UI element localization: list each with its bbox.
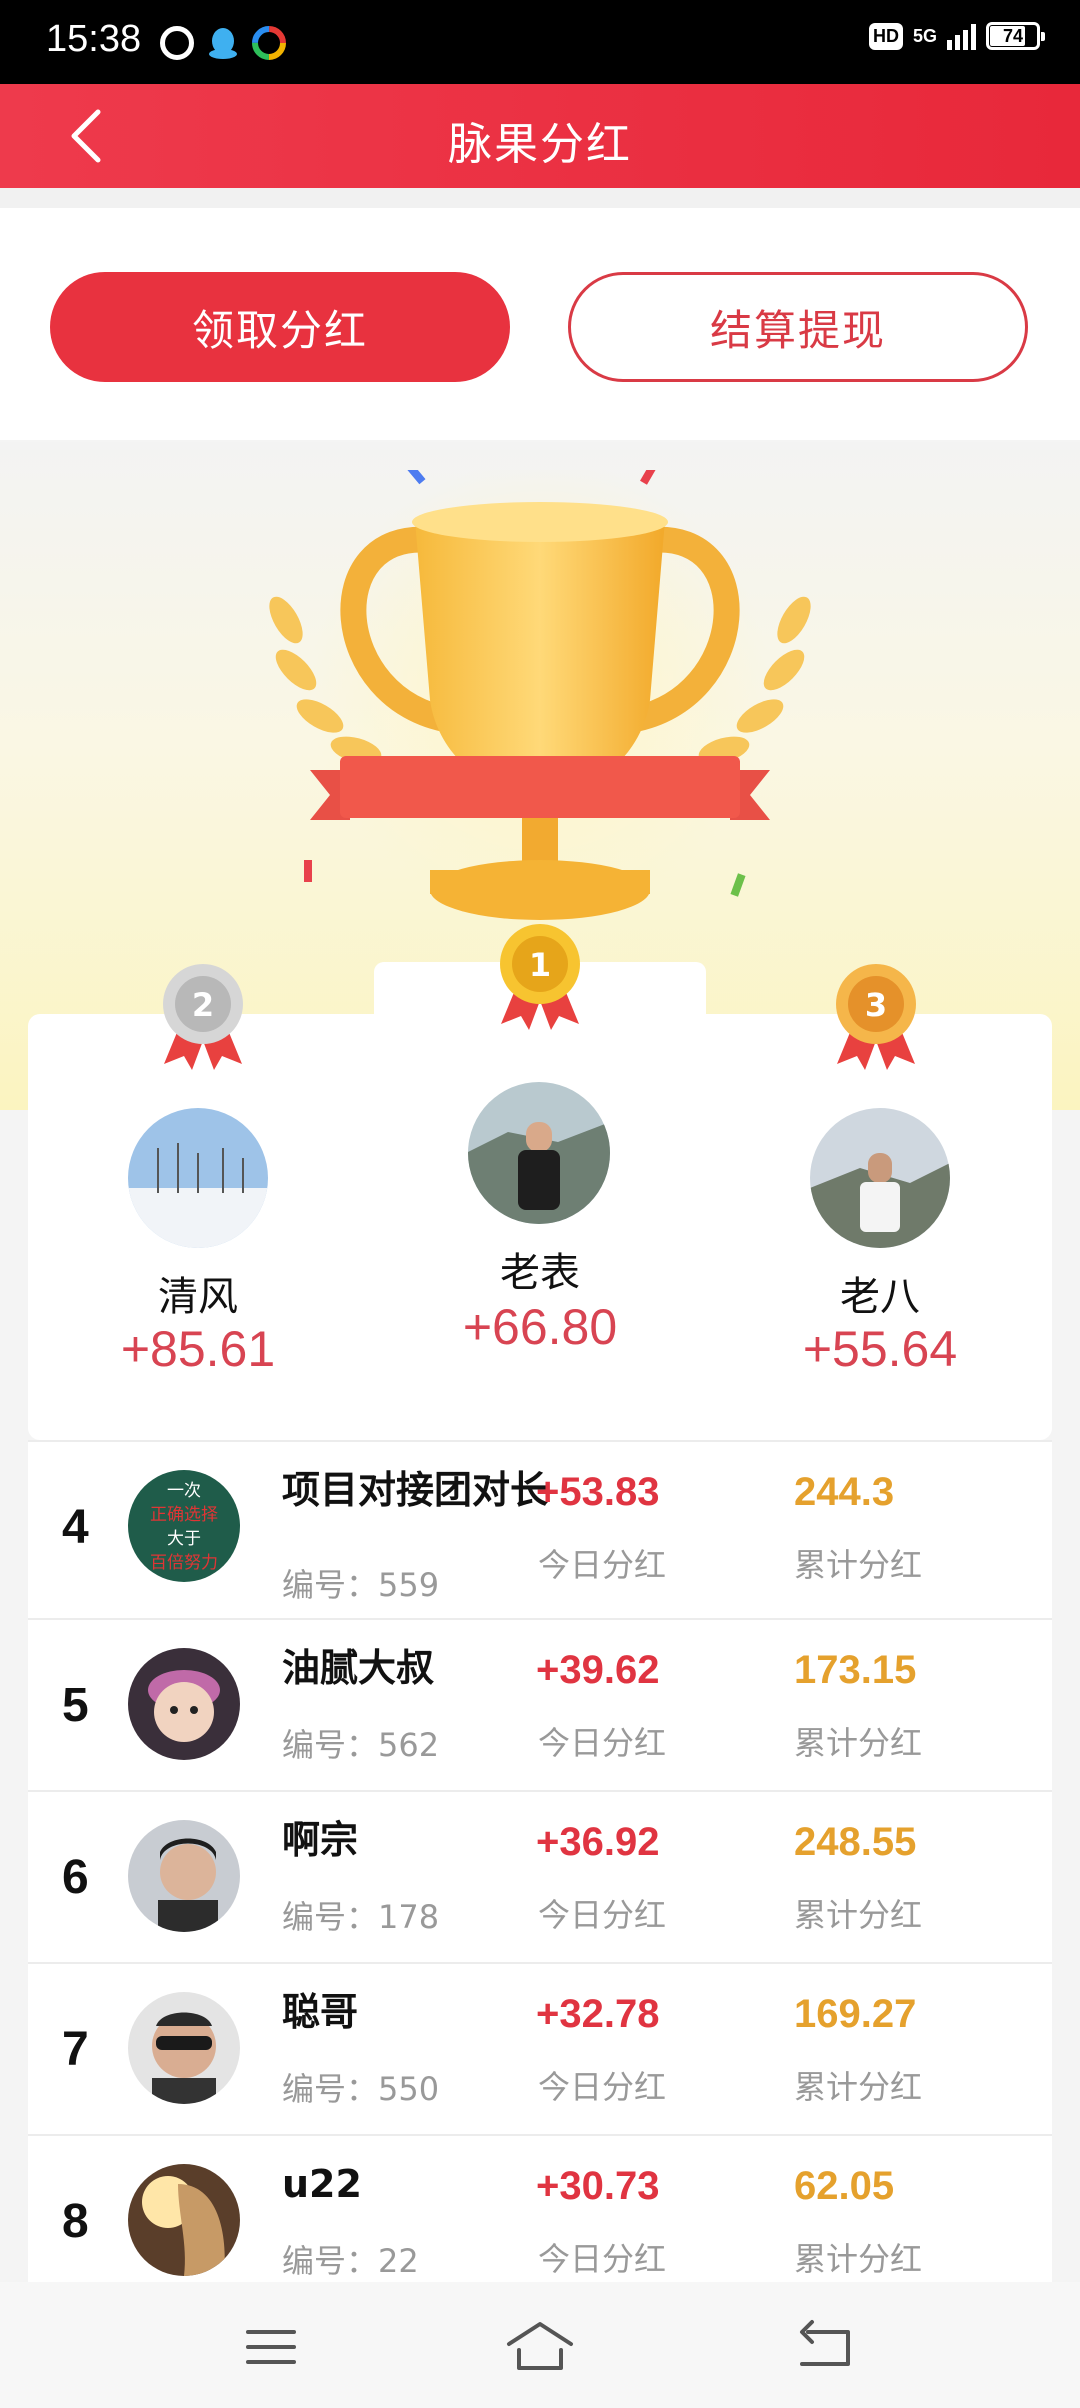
total-dividend-label: 累计分红 bbox=[794, 1724, 923, 1762]
total-dividend: 173.15 bbox=[794, 1648, 917, 1692]
claim-dividend-button[interactable]: 领取分红 bbox=[50, 272, 510, 382]
battery-level: 74 bbox=[1002, 26, 1024, 46]
today-dividend-label: 今日分红 bbox=[538, 2240, 667, 2278]
second-name: 清风 bbox=[158, 1274, 238, 1320]
member-name: 项目对接团对长 bbox=[282, 1468, 549, 1512]
third-amount: +55.64 bbox=[802, 1321, 958, 1377]
avatar-line-3: 大于 bbox=[167, 1529, 201, 1549]
gold-medal-number: 1 bbox=[529, 946, 551, 984]
member-name: 油腻大叔 bbox=[282, 1646, 435, 1690]
avatar[interactable] bbox=[128, 1648, 240, 1760]
first-amount: +66.80 bbox=[462, 1299, 618, 1355]
menu-button[interactable] bbox=[236, 2312, 306, 2382]
total-dividend-label: 累计分红 bbox=[794, 2068, 923, 2106]
silver-medal-number: 2 bbox=[192, 986, 214, 1024]
rank-number: 8 bbox=[62, 2195, 89, 2248]
settle-withdraw-button[interactable]: 结算提现 bbox=[568, 272, 1028, 382]
menu-icon bbox=[246, 2330, 296, 2364]
total-dividend: 169.27 bbox=[794, 1992, 917, 2036]
list-item[interactable]: 8 u22 编号：22 +30.73 今日分红 62.05 累计分红 bbox=[28, 2134, 1052, 2306]
silver-medal-icon: 2 bbox=[163, 964, 243, 1070]
today-dividend: +36.92 bbox=[536, 1820, 660, 1864]
status-right: HD 5G 74 bbox=[868, 22, 1045, 50]
avatar-line-1: 一次 bbox=[167, 1481, 201, 1501]
today-dividend-label: 今日分红 bbox=[538, 2068, 667, 2106]
today-dividend: +32.78 bbox=[536, 1992, 660, 2036]
member-id: 编号：178 bbox=[282, 1898, 440, 1936]
trophy-icon bbox=[269, 470, 811, 920]
page-title: 脉果分红 bbox=[448, 119, 632, 170]
home-icon bbox=[507, 2322, 573, 2370]
status-time: 15:38 bbox=[46, 18, 142, 60]
total-dividend: 248.55 bbox=[794, 1820, 917, 1864]
member-name: 啊宗 bbox=[282, 1818, 359, 1862]
divider bbox=[0, 188, 1080, 208]
today-dividend: +30.73 bbox=[536, 2164, 660, 2208]
ranking-list: 4 一次 正确选择 大于 百倍努力 项目对接团对长 编号：559 +53.83 … bbox=[28, 1440, 1052, 2306]
member-id: 编号：562 bbox=[282, 1726, 440, 1764]
avatar[interactable]: 一次 正确选择 大于 百倍努力 bbox=[128, 1470, 240, 1582]
app-header: 脉果分红 bbox=[0, 84, 1080, 188]
avatar-third[interactable] bbox=[810, 1108, 950, 1248]
rank-number: 5 bbox=[62, 1679, 89, 1732]
avatar-second[interactable] bbox=[128, 1108, 268, 1248]
avatar[interactable] bbox=[128, 1992, 240, 2104]
list-item[interactable]: 6 啊宗 编号：178 +36.92 今日分红 248.55 累计分红 bbox=[28, 1790, 1052, 1962]
today-dividend-label: 今日分红 bbox=[538, 1896, 667, 1934]
member-name: 聪哥 bbox=[282, 1990, 359, 2034]
member-id: 编号：550 bbox=[282, 2070, 440, 2108]
avatar-line-4: 百倍努力 bbox=[150, 1553, 218, 1573]
total-dividend-label: 累计分红 bbox=[794, 1546, 923, 1584]
total-dividend-label: 累计分红 bbox=[794, 2240, 923, 2278]
avatar-first[interactable] bbox=[468, 1082, 610, 1224]
system-nav-bar bbox=[0, 2282, 1080, 2408]
total-dividend: 244.3 bbox=[794, 1470, 895, 1514]
avatar-line-2: 正确选择 bbox=[150, 1505, 218, 1525]
list-item[interactable]: 5 油腻大叔 编号：562 +39.62 今日分红 173.15 累计分红 bbox=[28, 1618, 1052, 1790]
total-dividend: 62.05 bbox=[794, 2164, 895, 2208]
network-type: 5G bbox=[912, 25, 937, 46]
hd-badge: HD bbox=[868, 22, 903, 50]
bronze-medal-number: 3 bbox=[865, 986, 887, 1024]
member-id: 编号：559 bbox=[282, 1566, 440, 1604]
rank-number: 7 bbox=[62, 2023, 89, 2076]
today-dividend: +39.62 bbox=[536, 1648, 660, 1692]
third-name: 老八 bbox=[840, 1274, 920, 1320]
app-pinwheel-icon bbox=[252, 26, 286, 60]
member-name: u22 bbox=[282, 2162, 362, 2206]
signal-icon bbox=[947, 22, 976, 50]
rank-number: 4 bbox=[62, 1501, 89, 1554]
list-item[interactable]: 4 一次 正确选择 大于 百倍努力 项目对接团对长 编号：559 +53.83 … bbox=[28, 1440, 1052, 1618]
action-panel: 领取分红 结算提现 bbox=[0, 208, 1080, 440]
avatar[interactable] bbox=[128, 2164, 240, 2276]
avatar[interactable] bbox=[128, 1820, 240, 1932]
gold-medal-icon: 1 bbox=[500, 924, 580, 1030]
battery-icon: 74 bbox=[986, 22, 1045, 50]
list-item[interactable]: 7 聪哥 编号：550 +32.78 今日分红 169.27 累计分红 bbox=[28, 1962, 1052, 2134]
rank-number: 6 bbox=[62, 1851, 89, 1904]
home-button[interactable] bbox=[505, 2312, 575, 2382]
back-nav-button[interactable] bbox=[790, 2312, 860, 2382]
qq-penguin-icon bbox=[206, 26, 240, 60]
today-dividend: +53.83 bbox=[536, 1470, 660, 1514]
qq-browser-icon bbox=[160, 26, 194, 60]
member-id: 编号：22 bbox=[282, 2242, 419, 2280]
today-dividend-label: 今日分红 bbox=[538, 1724, 667, 1762]
return-icon bbox=[800, 2320, 850, 2366]
second-amount: +85.61 bbox=[120, 1321, 276, 1377]
today-dividend-label: 今日分红 bbox=[538, 1546, 667, 1584]
bronze-medal-icon: 3 bbox=[836, 964, 916, 1070]
total-dividend-label: 累计分红 bbox=[794, 1896, 923, 1934]
status-bar: 15:38 HD 5G 74 bbox=[0, 0, 1080, 84]
first-name: 老表 bbox=[500, 1250, 580, 1296]
